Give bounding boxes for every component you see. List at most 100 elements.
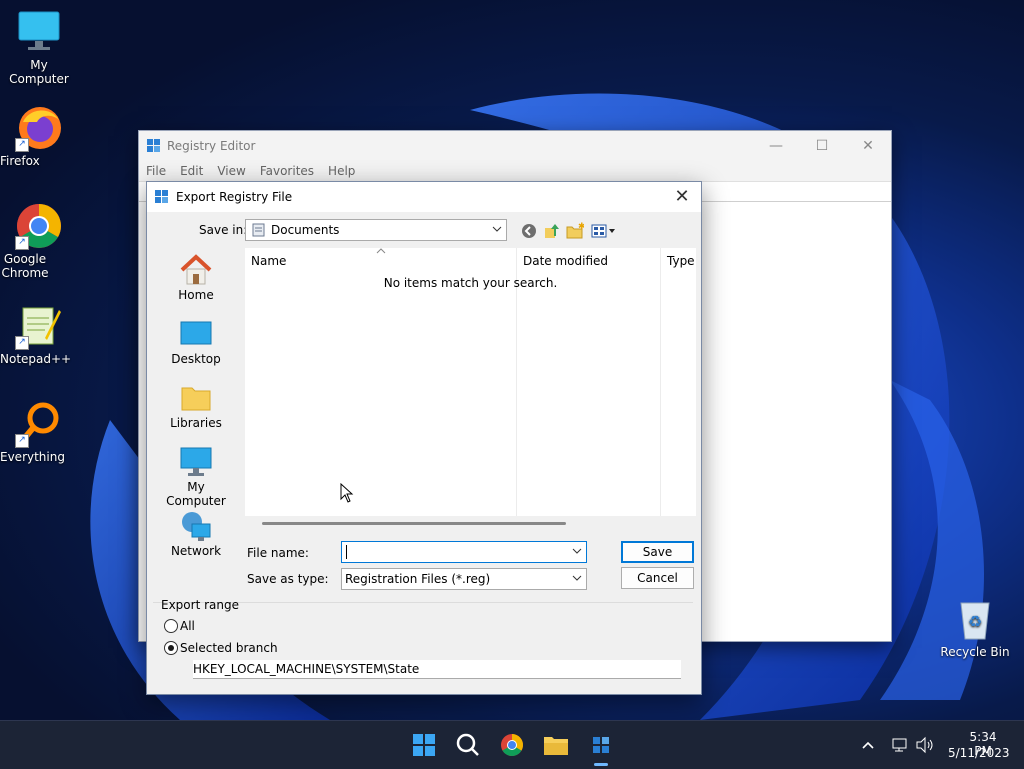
places-bar: Home Desktop Libraries My Computer Netwo… — [157, 250, 235, 570]
documents-folder-icon — [252, 223, 265, 237]
minimize-button[interactable]: — — [753, 131, 799, 161]
taskbar: 5:34 PM 5/11/2023 — [0, 720, 1024, 769]
dialog-title: Export Registry File — [176, 190, 293, 204]
save-as-type-label: Save as type: — [247, 572, 329, 586]
menu-view[interactable]: View — [210, 161, 252, 181]
maximize-button[interactable]: ☐ — [799, 131, 845, 161]
network-status-icon[interactable] — [891, 736, 909, 754]
save-in-combo[interactable]: Documents — [245, 219, 507, 241]
column-name[interactable]: Name — [251, 254, 286, 268]
registry-app-icon — [155, 190, 168, 203]
firefox-icon: ↗ — [15, 104, 63, 152]
sort-up-icon — [376, 248, 386, 254]
desktop-icon-label: Firefox — [0, 154, 40, 168]
save-in-value: Documents — [271, 223, 340, 237]
place-home[interactable]: Home — [157, 254, 235, 314]
column-type[interactable]: Type — [667, 254, 695, 268]
desktop-icon-chrome[interactable]: ↗ Google Chrome — [0, 202, 78, 280]
place-network[interactable]: Network — [157, 510, 235, 570]
monitor-icon — [15, 8, 63, 56]
clock-date[interactable]: 5/11/2023 — [948, 746, 1010, 760]
column-date-modified[interactable]: Date modified — [523, 254, 608, 268]
place-my-computer[interactable]: My Computer — [157, 446, 235, 508]
save-button[interactable]: Save — [621, 541, 694, 563]
menu-favorites[interactable]: Favorites — [253, 161, 321, 181]
empty-message: No items match your search. — [383, 276, 558, 290]
desktop-icon-label: Notepad++ — [0, 352, 72, 366]
desktop-icon-label: Everything — [0, 450, 65, 464]
branch-path-field[interactable]: HKEY_LOCAL_MACHINE\SYSTEM\State — [193, 660, 681, 679]
registry-editor-taskbar-icon[interactable] — [584, 729, 618, 761]
monitor-icon — [178, 446, 214, 478]
chevron-down-icon — [572, 548, 582, 554]
new-folder-icon[interactable]: ✱ — [566, 222, 584, 240]
mouse-cursor-icon — [340, 483, 354, 503]
place-libraries[interactable]: Libraries — [157, 382, 235, 442]
text-caret — [346, 545, 347, 559]
place-label: Libraries — [170, 416, 222, 430]
folder-icon — [178, 382, 214, 414]
place-label: Desktop — [171, 352, 221, 366]
horizontal-scrollbar[interactable] — [262, 522, 566, 525]
export-range-label: Export range — [161, 598, 239, 612]
recycle-bin-label: Recycle Bin — [940, 645, 1010, 659]
svg-text:♻: ♻ — [968, 612, 982, 631]
start-windows-icon[interactable] — [407, 729, 441, 761]
up-folder-icon[interactable] — [543, 222, 561, 240]
dialog-titlebar[interactable]: Export Registry File ✕ — [147, 182, 701, 212]
window-title: Registry Editor — [167, 139, 256, 153]
desktop-icon-my-computer[interactable]: My Computer — [0, 8, 78, 86]
place-label: Network — [170, 544, 222, 558]
active-app-indicator — [594, 763, 608, 766]
volume-icon[interactable] — [915, 736, 935, 754]
menu-file[interactable]: File — [139, 161, 173, 181]
chevron-down-icon — [492, 226, 502, 232]
close-button[interactable]: ✕ — [845, 131, 891, 161]
registry-editor-titlebar[interactable]: Registry Editor — ☐ ✕ — [139, 131, 891, 161]
radio-selected-branch-label[interactable]: Selected branch — [180, 641, 278, 655]
cancel-button[interactable]: Cancel — [621, 567, 694, 589]
chrome-taskbar-icon[interactable] — [495, 729, 529, 761]
search-magnifier-icon: ↗ — [15, 400, 63, 448]
notepadpp-icon: ↗ — [15, 302, 63, 350]
view-menu-icon[interactable] — [591, 222, 617, 240]
place-label: My Computer — [166, 480, 226, 508]
save-as-type-select[interactable]: Registration Files (*.reg) — [341, 568, 587, 590]
place-desktop[interactable]: Desktop — [157, 318, 235, 378]
export-registry-dialog[interactable]: Export Registry File ✕ Save in: Document… — [146, 181, 702, 695]
save-as-type-value: Registration Files (*.reg) — [345, 572, 491, 586]
desktop-icon-label: Google Chrome — [1, 252, 49, 280]
file-name-label: File name: — [247, 546, 309, 560]
place-label: Home — [178, 288, 214, 302]
desktop-icon-firefox[interactable]: ↗ Firefox — [0, 104, 78, 168]
desktop-icon-recycle-bin[interactable]: ♻ Recycle Bin — [940, 597, 1010, 659]
menu-edit[interactable]: Edit — [173, 161, 210, 181]
chrome-icon: ↗ — [15, 202, 63, 250]
file-name-input[interactable] — [341, 541, 587, 563]
menu-help[interactable]: Help — [321, 161, 362, 181]
file-explorer-icon[interactable] — [539, 729, 573, 761]
registry-app-icon — [147, 139, 160, 152]
home-icon — [178, 254, 214, 286]
shortcut-arrow-icon: ↗ — [15, 336, 29, 350]
save-in-label: Save in: — [199, 223, 248, 237]
chevron-down-icon — [572, 575, 582, 581]
search-icon[interactable] — [451, 729, 485, 761]
dialog-close-button[interactable]: ✕ — [669, 185, 695, 209]
radio-selected-branch[interactable] — [164, 641, 178, 655]
shortcut-arrow-icon: ↗ — [15, 138, 29, 152]
desktop-icon — [178, 318, 214, 350]
radio-all-label[interactable]: All — [180, 619, 195, 633]
back-icon[interactable] — [520, 222, 538, 240]
svg-text:✱: ✱ — [578, 222, 584, 232]
desktop-icon-everything[interactable]: ↗ Everything — [0, 400, 78, 464]
menu-bar: File Edit View Favorites Help — [139, 161, 891, 182]
radio-all[interactable] — [164, 619, 178, 633]
shortcut-arrow-icon: ↗ — [15, 434, 29, 448]
file-list[interactable]: Name Date modified Type No items match y… — [245, 248, 696, 516]
recycle-bin-icon: ♻ — [955, 597, 995, 641]
shortcut-arrow-icon: ↗ — [15, 236, 29, 250]
chevron-up-icon[interactable] — [861, 739, 875, 751]
desktop-icon-notepadpp[interactable]: ↗ Notepad++ — [0, 302, 78, 366]
network-icon — [178, 510, 214, 542]
